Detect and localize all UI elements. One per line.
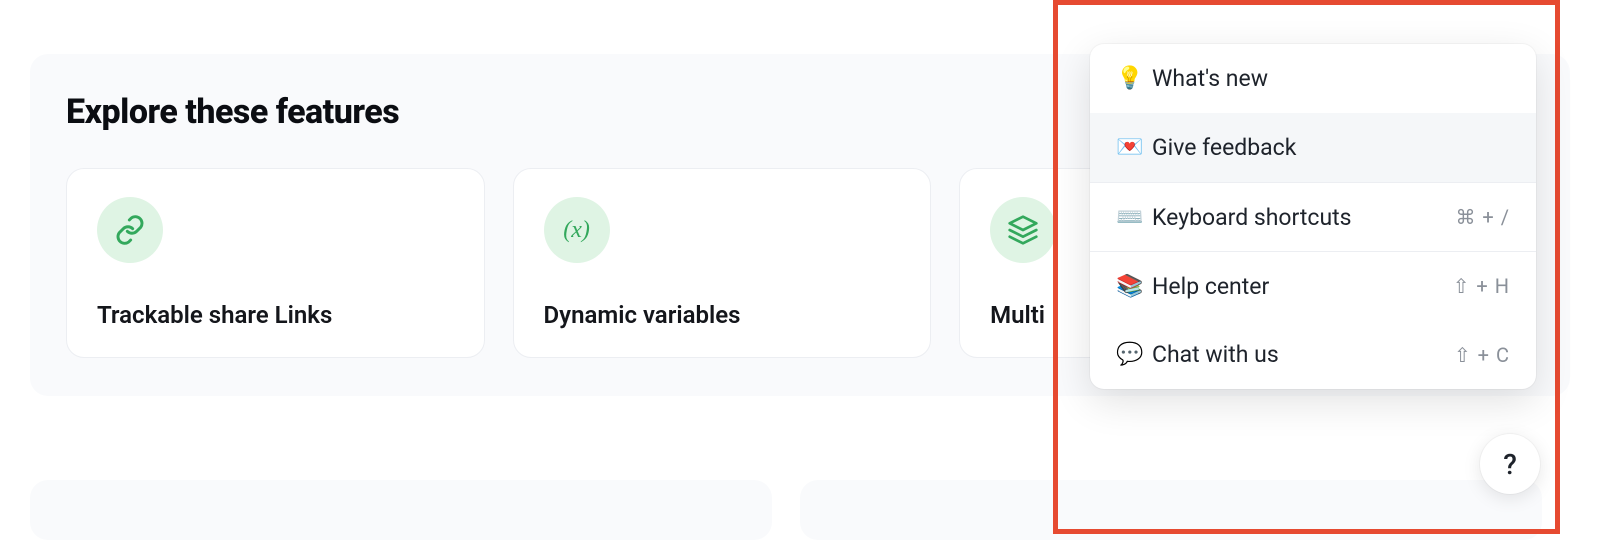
variable-icon: (x): [544, 197, 610, 263]
menu-item-shortcut: ⇧ + H: [1453, 274, 1510, 298]
feature-card-trackable-links[interactable]: Trackable share Links: [66, 168, 485, 358]
menu-item-label: Help center: [1152, 273, 1453, 300]
help-fab-button[interactable]: ?: [1480, 434, 1540, 494]
menu-item-help-center[interactable]: 📚 Help center ⇧ + H: [1090, 251, 1536, 320]
question-mark-icon: ?: [1503, 448, 1517, 481]
books-icon: 📚: [1116, 274, 1152, 299]
lightbulb-icon: 💡: [1116, 66, 1152, 91]
menu-item-keyboard-shortcuts[interactable]: ⌨️ Keyboard shortcuts ⌘ + /: [1090, 182, 1536, 251]
menu-item-shortcut: ⇧ + C: [1454, 343, 1510, 367]
menu-item-chat-with-us[interactable]: 💬 Chat with us ⇧ + C: [1090, 320, 1536, 389]
menu-item-label: What's new: [1152, 65, 1510, 92]
menu-item-whats-new[interactable]: 💡 What's new: [1090, 44, 1536, 113]
keyboard-icon: ⌨️: [1116, 205, 1152, 230]
menu-item-shortcut: ⌘ + /: [1455, 205, 1510, 229]
love-letter-icon: 💌: [1116, 135, 1152, 160]
speech-bubble-icon: 💬: [1116, 342, 1152, 367]
placeholder-card: [800, 480, 1542, 540]
feature-card-label: Dynamic variables: [544, 301, 901, 329]
menu-item-label: Keyboard shortcuts: [1152, 204, 1455, 231]
menu-item-label: Give feedback: [1152, 134, 1510, 161]
menu-item-label: Chat with us: [1152, 341, 1454, 368]
link-icon: [97, 197, 163, 263]
feature-card-dynamic-variables[interactable]: (x) Dynamic variables: [513, 168, 932, 358]
menu-item-give-feedback[interactable]: 💌 Give feedback: [1090, 113, 1536, 182]
bottom-placeholder-row: [30, 480, 1542, 540]
help-dropdown-menu: 💡 What's new 💌 Give feedback ⌨️ Keyboard…: [1090, 44, 1536, 389]
feature-card-label: Trackable share Links: [97, 301, 454, 329]
placeholder-card: [30, 480, 772, 540]
layers-icon: [990, 197, 1056, 263]
